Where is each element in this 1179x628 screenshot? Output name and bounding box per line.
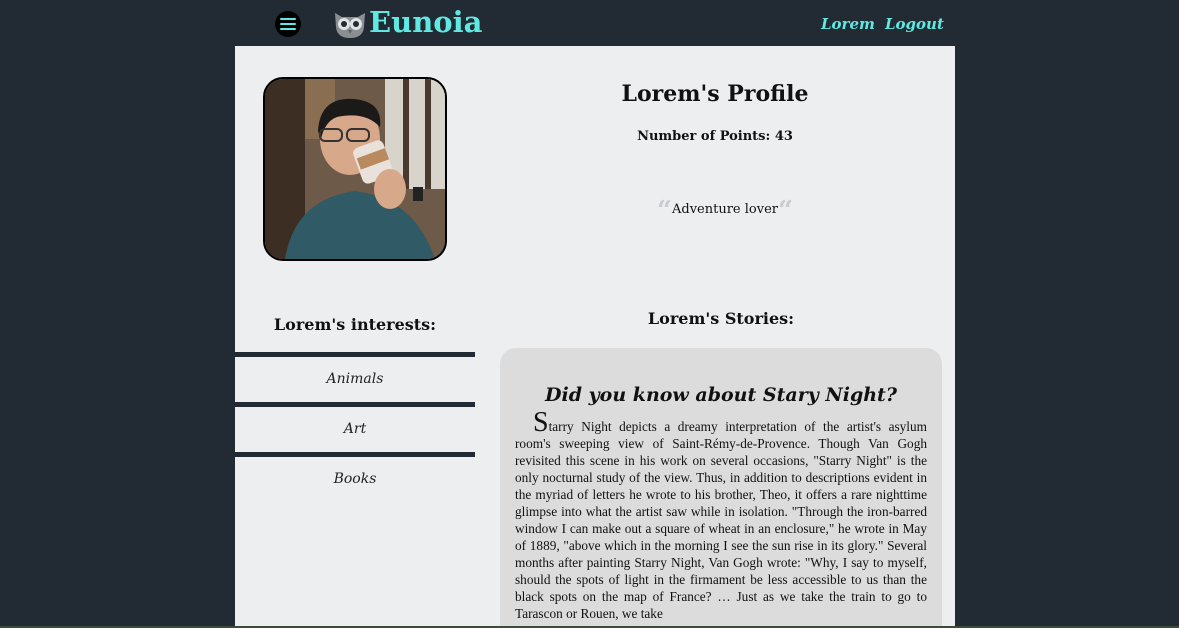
bio-text: Adventure lover (672, 202, 778, 217)
bio-quote: “Adventure lover“ (500, 196, 950, 226)
interest-item-art[interactable]: Art (235, 402, 475, 452)
story-body: Starry Night depicts a dreamy interpreta… (515, 409, 927, 622)
interest-item-books[interactable]: Books (235, 452, 475, 502)
profile-title: Lorem's Profile (621, 81, 809, 107)
points-label: Number of Points: 43 (637, 129, 793, 144)
quote-close-icon: “ (778, 196, 793, 226)
story-title[interactable]: Did you know about Stary Night? (500, 384, 942, 406)
nav-user-link[interactable]: Lorem (821, 15, 875, 33)
quote-open-icon: “ (657, 196, 672, 226)
hamburger-menu-button[interactable] (275, 11, 301, 37)
interests-list: Animals Art Books (235, 352, 475, 502)
interest-item-animals[interactable]: Animals (235, 352, 475, 402)
interests-title: Lorem's interests: (273, 315, 437, 334)
top-navbar: Eunoia Lorem Logout (0, 0, 1179, 46)
profile-panel: Lorem's Profile Number of Points: 43 “Ad… (235, 46, 955, 628)
nav-logout-link[interactable]: Logout (885, 15, 944, 33)
owl-logo-icon (335, 13, 365, 38)
stories-title: Lorem's Stories: (647, 309, 795, 328)
profile-avatar (263, 77, 447, 261)
brand-name[interactable]: Eunoia (369, 5, 482, 39)
story-text: tarry Night depicts a dreamy interpretat… (515, 419, 927, 621)
hamburger-icon (280, 18, 296, 30)
story-card[interactable]: Did you know about Stary Night? Starry N… (500, 348, 942, 628)
story-dropcap: S (533, 407, 549, 438)
